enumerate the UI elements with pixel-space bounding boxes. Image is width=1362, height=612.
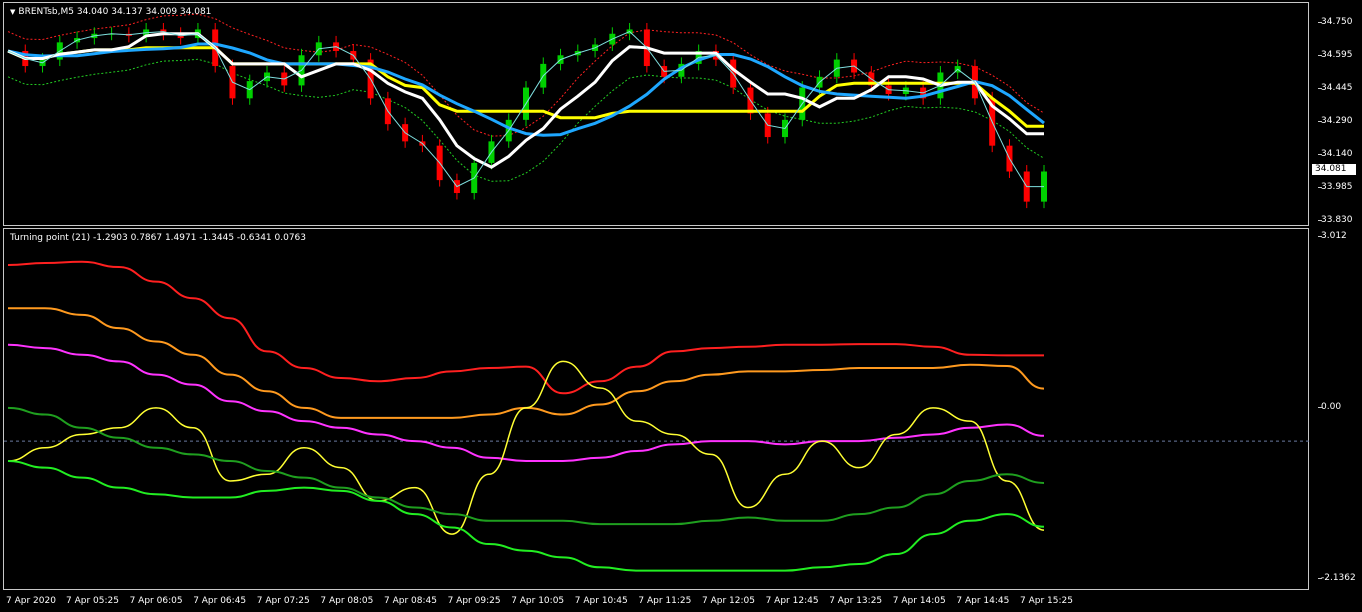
price-chart-title: ▼ BRENTsb,M5 34.040 34.137 34.009 34.081	[10, 7, 212, 17]
time-tick-label: 7 Apr 14:45	[956, 596, 1010, 606]
indicator-axis: 3.012 0.00 -2.1362	[1311, 228, 1361, 590]
time-tick-label: 7 Apr 13:25	[829, 596, 883, 606]
time-tick-label: 7 Apr 08:45	[384, 596, 437, 606]
price-axis: 34.750 34.595 34.445 34.290 34.140 33.985 33.8…	[1311, 2, 1361, 226]
time-tick-label: 7 Apr 07:25	[256, 596, 310, 606]
time-tick-label: 7 Apr 08:05	[320, 596, 374, 606]
turning-point-magenta-line	[7, 343, 1045, 463]
axis-tick-label: 34.290	[1318, 116, 1353, 126]
time-tick-label: 7 Apr 15:25	[1020, 596, 1073, 606]
turning-point-red-line	[7, 260, 1044, 395]
current-price-label: 34.081	[1312, 164, 1356, 175]
axis-tick-label: 34.140	[1318, 149, 1353, 159]
time-tick-label: 7 Apr 06:45	[193, 596, 247, 606]
turning-point-lime-line	[7, 460, 1045, 572]
time-tick-label: 7 Apr 10:45	[574, 596, 628, 606]
time-tick-label: 7 Apr 12:05	[702, 596, 755, 606]
time-tick-label: 7 Apr 06:05	[129, 596, 183, 606]
indicator-panel[interactable]: Turning point (21) -1.2903 0.7867 1.4971…	[3, 228, 1310, 590]
axis-tick-label: -2.1362	[1318, 573, 1356, 583]
time-tick-label: 7 Apr 2020	[6, 596, 56, 606]
turning-point-orange-line	[8, 307, 1045, 419]
indicator-canvas	[4, 260, 1310, 572]
time-axis: 7 Apr 2020 7 Apr 05:25 7 Apr 06:05 7 Apr 06…	[0, 592, 1362, 612]
time-tick-label: 7 Apr 10:05	[511, 596, 565, 606]
time-tick-label: 7 Apr 05:25	[66, 596, 119, 606]
axis-tick-label: 34.750	[1318, 17, 1353, 27]
axis-tick-label: 33.830	[1318, 215, 1353, 225]
dropdown-triangle-icon[interactable]: ▼	[10, 8, 15, 16]
price-chart-canvas	[7, 13, 1047, 209]
turning-point-dark-green-line	[7, 406, 1045, 526]
indicator-title: Turning point (21) -1.2903 0.7867 1.4971…	[10, 233, 307, 243]
time-tick-label: 7 Apr 11:25	[638, 596, 692, 606]
axis-tick-label: 34.595	[1318, 50, 1353, 60]
time-tick-label: 7 Apr 09:25	[447, 596, 501, 606]
time-tick-label: 7 Apr 14:05	[892, 596, 946, 606]
axis-tick-label: 34.445	[1318, 83, 1353, 93]
axis-tick-label: 0.00	[1317, 402, 1342, 412]
time-tick-label: 7 Apr 12:45	[765, 596, 819, 606]
axis-tick-label: 33.985	[1318, 182, 1353, 192]
axis-tick-label: 3.012	[1318, 231, 1347, 241]
price-chart-panel[interactable]: ▼ BRENTsb,M5 34.040 34.137 34.009 34.081	[3, 2, 1309, 226]
